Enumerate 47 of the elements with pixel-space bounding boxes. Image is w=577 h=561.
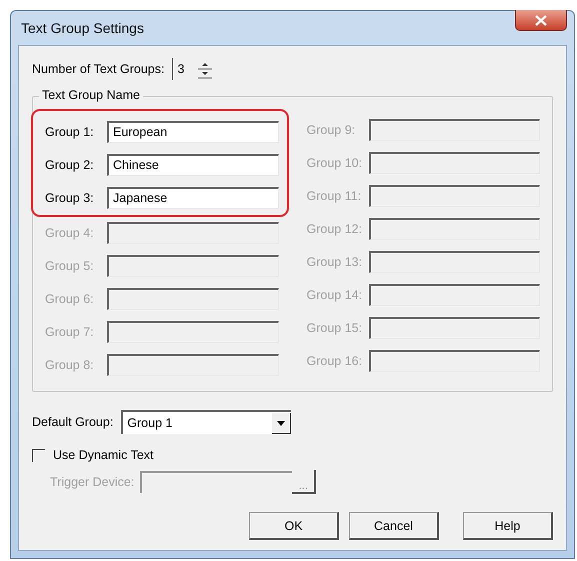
group-label: Group 12: <box>306 222 364 236</box>
group-label: Group 16: <box>306 354 364 368</box>
window-title: Text Group Settings <box>20 20 144 36</box>
group-name-field[interactable] <box>368 316 540 338</box>
group-name-field[interactable] <box>107 320 278 342</box>
number-of-groups-label: Number of Text Groups: <box>32 62 164 76</box>
dialog-button[interactable]: Cancel <box>349 512 439 540</box>
group-name-field[interactable] <box>107 288 278 310</box>
group-name-field[interactable] <box>368 218 540 240</box>
group-box-legend: Text Group Name <box>39 88 143 102</box>
use-dynamic-text-label: Use Dynamic Text <box>53 448 154 462</box>
close-button[interactable] <box>515 10 567 31</box>
group-label: Group 6: <box>45 292 95 306</box>
group-name-field[interactable] <box>368 118 540 140</box>
group-name-field[interactable]: European <box>107 120 278 142</box>
dialog-button[interactable]: OK <box>249 512 339 540</box>
group-label: Group 15: <box>306 320 364 334</box>
group-name-field[interactable]: Chinese <box>107 154 278 176</box>
group-name-field[interactable] <box>368 284 540 306</box>
default-group-dropdown[interactable]: Group 1 <box>121 410 292 434</box>
caret-icon <box>272 412 292 434</box>
group-label: Group 2: <box>45 158 95 172</box>
group-name-field[interactable] <box>368 152 540 174</box>
group-name-field[interactable]: Japanese <box>107 186 278 208</box>
group-label: Group 8: <box>45 358 95 372</box>
number-spinner[interactable]: 3 <box>172 58 216 80</box>
group-label: Group 4: <box>45 226 95 240</box>
group-label: Group 13: <box>306 254 364 268</box>
default-group-label: Default Group: <box>32 415 114 429</box>
group-name-field[interactable] <box>107 354 278 376</box>
group-label: Group 10: <box>306 156 364 170</box>
checkbox[interactable] <box>32 448 45 462</box>
dialog-button[interactable]: Help <box>463 512 553 540</box>
group-label: Group 7: <box>45 324 95 338</box>
group-label: Group 1: <box>45 124 95 138</box>
group-label: Group 5: <box>45 258 95 272</box>
group-label: Group 3: <box>45 190 95 204</box>
group-name-field[interactable] <box>107 222 278 244</box>
group-name-field[interactable] <box>107 254 278 276</box>
group-name-field[interactable] <box>368 350 540 372</box>
group-name-field[interactable] <box>368 250 540 272</box>
group-label: Group 11: <box>306 188 362 202</box>
group-label: Group 14: <box>306 288 364 302</box>
trigger-device-label: Trigger Device: <box>50 475 134 489</box>
group-label: Group 9: <box>306 122 356 136</box>
close-icon <box>535 14 547 26</box>
group-name-field[interactable] <box>368 184 540 206</box>
